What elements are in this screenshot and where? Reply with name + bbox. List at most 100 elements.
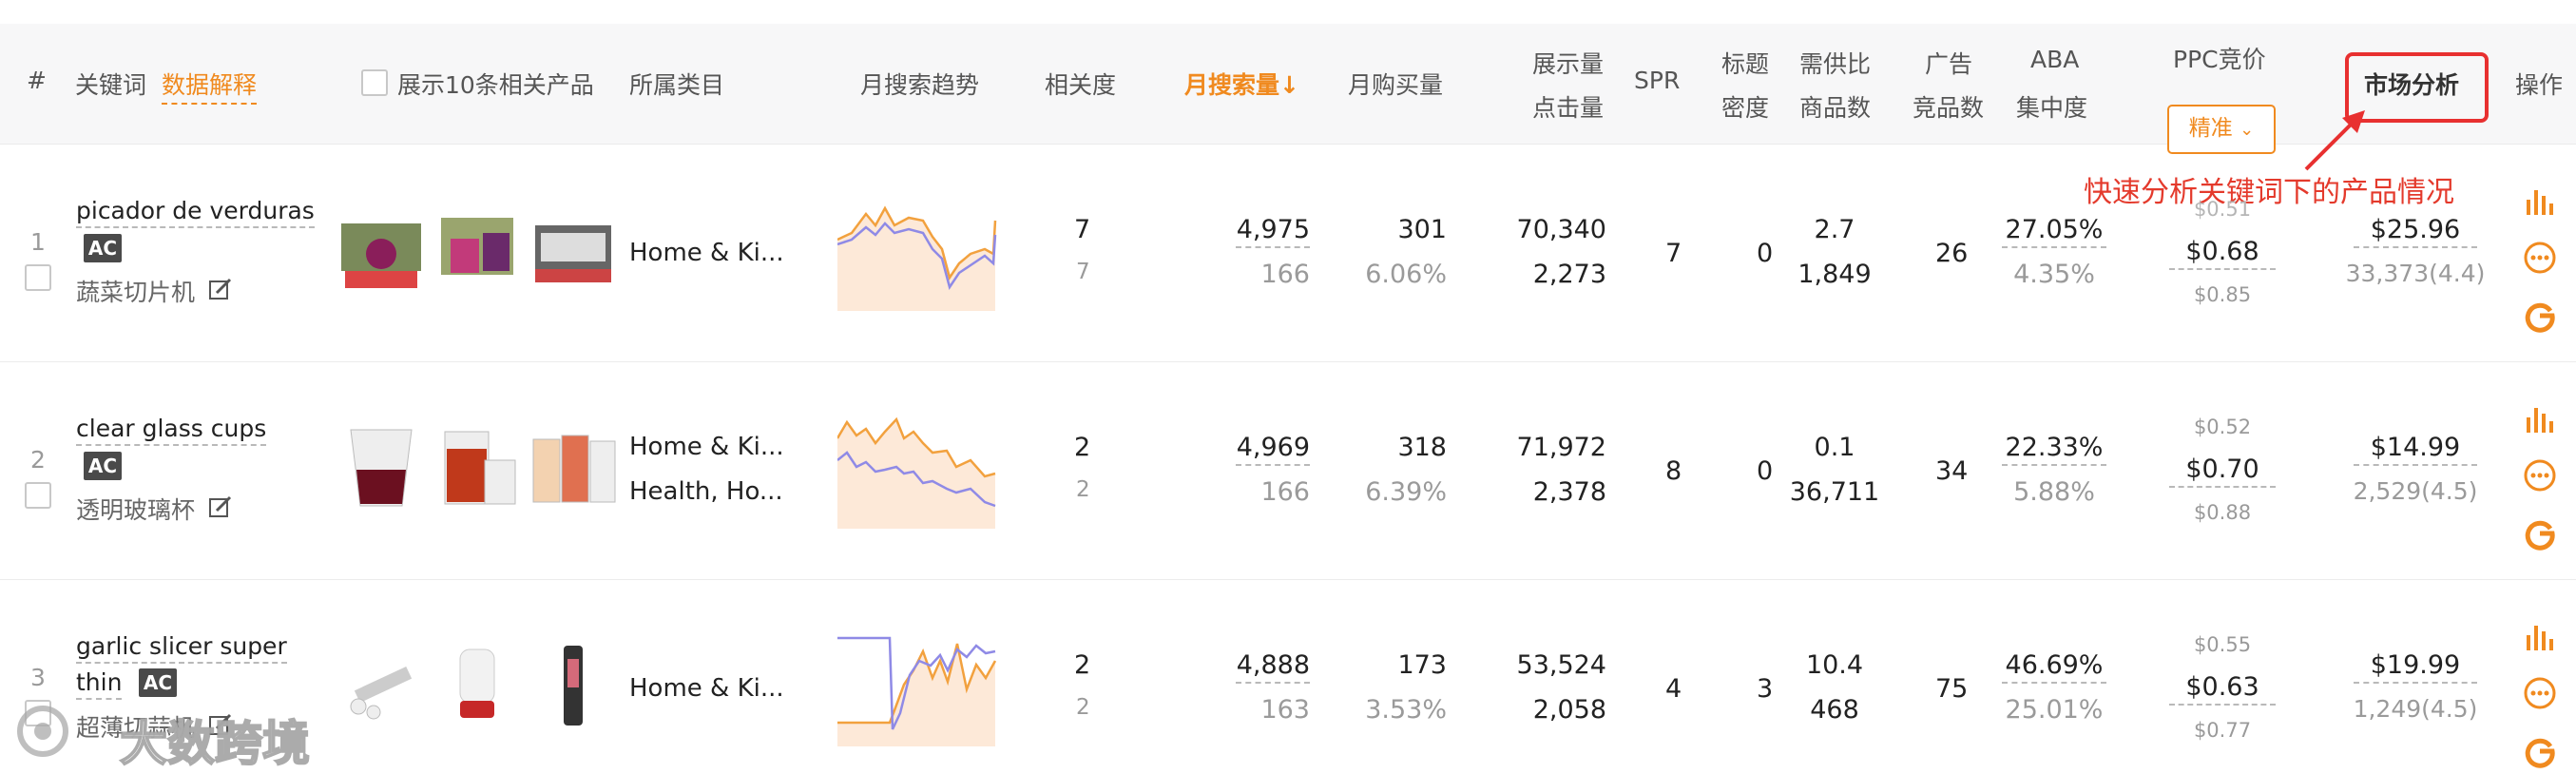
edit-icon[interactable] (207, 276, 234, 302)
ac-badge: AC (84, 452, 122, 480)
header-spr[interactable]: SPR (1634, 67, 1680, 94)
more-icon[interactable] (2521, 456, 2559, 494)
relevance-value: 2 (1074, 650, 1091, 680)
ppc-mid[interactable]: $0.70 (2169, 455, 2276, 488)
chevron-down-icon: ⌄ (2240, 120, 2255, 140)
ad-products-value: 34 (1935, 456, 1969, 486)
clicks-value: 2,273 (1532, 260, 1606, 289)
header-ads-2[interactable]: 竞品数 (1913, 89, 1984, 124)
header-show-related: 展示10条相关产品 (397, 71, 594, 99)
header-supply-ratio[interactable]: 需供比 (1799, 46, 1871, 80)
ad-products-value: 26 (1935, 239, 1969, 268)
header-title-density-1[interactable]: 标题 (1721, 46, 1769, 80)
aba-value[interactable]: 46.69% (2002, 650, 2106, 684)
product-thumbnail[interactable] (336, 640, 427, 731)
purchase-rate: 6.39% (1365, 477, 1447, 507)
product-thumbnail[interactable] (528, 640, 619, 731)
header-monthly-search[interactable]: 月搜索量↓ (1184, 67, 1299, 101)
impressions-value: 53,524 (1516, 650, 1606, 680)
keyword-link[interactable]: picador de verduras (76, 197, 315, 228)
ppc-mid[interactable]: $0.63 (2169, 672, 2276, 706)
table-row[interactable]: 2 clear glass cups AC 透明玻璃杯 Home & Ki...… (0, 362, 2576, 580)
relevance-sub: 2 (1076, 477, 1090, 502)
market-reviews: 2,529(4.5) (2353, 477, 2478, 505)
header-aba-2[interactable]: 集中度 (2016, 89, 2087, 124)
aba-value[interactable]: 22.33% (2002, 433, 2106, 466)
monthly-purchase-value: 301 (1397, 215, 1447, 244)
spr-value: 7 (1665, 239, 1682, 268)
monthly-search-value[interactable]: 4,975 (1236, 215, 1310, 248)
impressions-value: 70,340 (1516, 215, 1606, 244)
relevance-sub: 7 (1076, 260, 1090, 284)
product-thumbnail[interactable] (432, 204, 523, 296)
header-monthly-purchase[interactable]: 月购买量 (1348, 67, 1443, 101)
table-row[interactable]: 1 picador de verduras AC 蔬菜切片机 Home & Ki… (0, 145, 2576, 362)
product-thumbnail[interactable] (336, 422, 427, 513)
header-ads-1[interactable]: 广告 (1925, 46, 1972, 80)
keyword-link-line2[interactable]: thin (76, 668, 123, 700)
header-ppc[interactable]: PPC竞价 (2173, 41, 2266, 75)
header-relevance[interactable]: 相关度 (1045, 67, 1116, 101)
aba-value[interactable]: 27.05% (2002, 215, 2106, 248)
spr-value: 4 (1665, 674, 1682, 704)
table-row[interactable]: 3 garlic slicer super thin AC 超薄切蒜机 Home… (0, 580, 2576, 774)
product-thumbnail[interactable] (432, 640, 523, 731)
monthly-trend-sparkline[interactable] (837, 415, 997, 529)
monthly-trend-sparkline[interactable] (837, 197, 997, 311)
google-icon[interactable] (2521, 295, 2559, 333)
data-explain-link[interactable]: 数据解释 (162, 67, 258, 105)
more-icon[interactable] (2521, 674, 2559, 712)
product-thumbnail[interactable] (432, 422, 523, 513)
product-thumbnail[interactable] (528, 422, 619, 513)
monthly-search-value[interactable]: 4,969 (1236, 433, 1310, 466)
ppc-mode-label: 精准 (2188, 116, 2233, 141)
bar-chart-icon[interactable] (2521, 400, 2559, 438)
market-price[interactable]: $14.99 (2354, 433, 2477, 466)
bar-chart-icon[interactable] (2521, 183, 2559, 221)
ac-badge: AC (139, 668, 177, 697)
supply-ratio-value: 2.7 (1814, 215, 1855, 244)
header-trend: 月搜索趋势 (860, 71, 980, 99)
row-checkbox[interactable] (25, 482, 51, 509)
monthly-search-sub: 166 (1260, 477, 1310, 507)
supply-ratio-value: 0.1 (1814, 433, 1855, 462)
ppc-high: $0.85 (2193, 283, 2252, 306)
product-thumbnail[interactable] (528, 204, 619, 296)
relevance-sub: 2 (1076, 695, 1090, 720)
bar-chart-icon[interactable] (2521, 618, 2559, 656)
header-index: # (27, 67, 47, 94)
google-icon[interactable] (2521, 513, 2559, 551)
keyword-link[interactable]: clear glass cups (76, 415, 267, 446)
market-price[interactable]: $19.99 (2354, 650, 2477, 684)
products-value: 1,849 (1797, 260, 1872, 289)
keyword-link[interactable]: garlic slicer super (76, 632, 287, 664)
show-related-checkbox[interactable] (361, 69, 388, 96)
category-text: Home & Ki... (629, 674, 784, 703)
ppc-low: $0.51 (2193, 198, 2252, 221)
header-ops: 操作 (2515, 71, 2564, 99)
header-title-density-2[interactable]: 密度 (1721, 89, 1769, 124)
ppc-high: $0.77 (2193, 719, 2252, 742)
product-thumbnail[interactable] (336, 204, 427, 296)
keyword-translation: 蔬菜切片机 (76, 279, 196, 306)
clicks-value: 2,058 (1532, 695, 1606, 725)
row-index: 3 (30, 664, 46, 691)
monthly-trend-sparkline[interactable] (837, 632, 997, 746)
header-aba-1[interactable]: ABA (2030, 46, 2079, 73)
more-icon[interactable] (2521, 239, 2559, 277)
google-icon[interactable] (2521, 730, 2559, 768)
ppc-mid[interactable]: $0.68 (2169, 237, 2276, 270)
purchase-rate: 3.53% (1365, 695, 1447, 725)
ppc-high: $0.88 (2193, 501, 2252, 524)
header-products[interactable]: 商品数 (1799, 89, 1871, 124)
monthly-purchase-value: 173 (1397, 650, 1447, 680)
header-impressions[interactable]: 展示量 (1532, 46, 1604, 80)
market-price[interactable]: $25.96 (2354, 215, 2477, 248)
title-density-value: 3 (1757, 674, 1774, 704)
category-text: Home & Ki... (629, 239, 784, 267)
category-text-secondary: Health, Ho... (629, 477, 783, 506)
edit-icon[interactable] (207, 493, 234, 520)
header-clicks[interactable]: 点击量 (1532, 89, 1604, 124)
row-checkbox[interactable] (25, 264, 51, 291)
monthly-search-value[interactable]: 4,888 (1236, 650, 1310, 684)
